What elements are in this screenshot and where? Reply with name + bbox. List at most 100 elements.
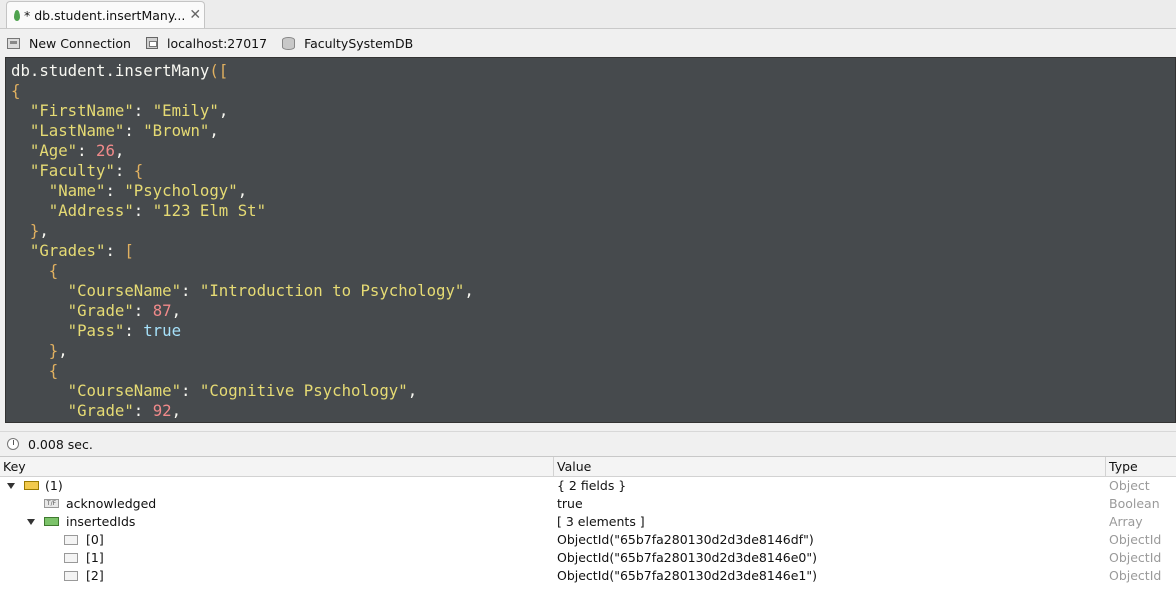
database-name[interactable]: FacultySystemDB: [282, 36, 413, 51]
column-header-key[interactable]: Key: [0, 457, 554, 476]
code-line[interactable]: "CourseName": "Introduction to Psycholog…: [11, 281, 1175, 301]
code-token: ,: [171, 301, 182, 320]
code-token: "Pass": [67, 321, 125, 340]
code-token: "Cognitive Psychology": [199, 381, 408, 400]
code-token: :: [124, 121, 144, 140]
connection-icon: [7, 37, 20, 49]
code-token: "Faculty": [29, 161, 115, 180]
code-token: "Age": [29, 141, 78, 160]
row-value: ObjectId("65b7fa280130d2d3de8146e0"): [557, 550, 818, 565]
row-key: (1): [45, 478, 63, 493]
code-line[interactable]: "Grade": 87,: [11, 301, 1175, 321]
close-icon[interactable]: ✕: [189, 8, 201, 22]
code-token: "CourseName": [67, 381, 182, 400]
code-token: {: [11, 81, 21, 100]
code-token: "CourseName": [67, 281, 182, 300]
code-line[interactable]: },: [11, 221, 1175, 241]
code-token: "FirstName": [29, 101, 134, 120]
tab-query[interactable]: * db.student.insertMany... ✕: [6, 1, 205, 28]
query-code[interactable]: db.student.insertMany([{ "FirstName": "E…: [6, 58, 1175, 421]
code-token: }: [48, 341, 59, 360]
row-key: acknowledged: [66, 496, 157, 511]
table-row[interactable]: T/F acknowledged true Boolean: [0, 495, 1176, 513]
code-line[interactable]: {: [11, 81, 1175, 101]
expand-arrow-icon[interactable]: [7, 483, 15, 489]
code-line[interactable]: "Address": "123 Elm St": [11, 201, 1175, 221]
row-value: true: [557, 496, 583, 511]
table-row[interactable]: [2] ObjectId("65b7fa280130d2d3de8146e1")…: [0, 567, 1176, 585]
code-line[interactable]: {: [11, 361, 1175, 381]
code-token: :: [124, 321, 144, 340]
code-line[interactable]: "CourseName": "Cognitive Psychology",: [11, 381, 1175, 401]
code-line[interactable]: },: [11, 341, 1175, 361]
row-type: ObjectId: [1109, 550, 1162, 565]
code-line[interactable]: "FirstName": "Emily",: [11, 101, 1175, 121]
code-token: "Grade": [67, 301, 134, 320]
row-type: Boolean: [1109, 496, 1160, 511]
table-row[interactable]: insertedIds [ 3 elements ] Array: [0, 513, 1176, 531]
table-row[interactable]: [0] ObjectId("65b7fa280130d2d3de8146df")…: [0, 531, 1176, 549]
code-token: "Grades": [29, 241, 106, 260]
array-icon: [44, 517, 59, 526]
code-token: true: [143, 321, 182, 340]
code-token: ,: [407, 381, 418, 400]
code-line[interactable]: "LastName": "Brown",: [11, 121, 1175, 141]
code-token: "Introduction to Psychology": [199, 281, 465, 300]
results-header: Key Value Type: [0, 457, 1176, 477]
database-name-label: FacultySystemDB: [304, 35, 414, 51]
code-token: ,: [218, 101, 229, 120]
code-token: 87: [152, 301, 172, 320]
column-header-value[interactable]: Value: [554, 457, 1106, 476]
row-type: Object: [1109, 478, 1150, 493]
code-token: :: [133, 301, 153, 320]
expand-arrow-icon[interactable]: [27, 519, 35, 525]
code-line[interactable]: "Pass": true: [11, 321, 1175, 341]
code-line[interactable]: "Name": "Psychology",: [11, 181, 1175, 201]
code-token: :: [133, 401, 153, 420]
code-token: "Name": [48, 181, 106, 200]
connection-bar: New Connection localhost:27017 FacultySy…: [0, 29, 1176, 57]
code-token: {: [48, 261, 59, 280]
row-key: [0]: [86, 532, 104, 547]
code-line[interactable]: "Faculty": {: [11, 161, 1175, 181]
query-editor[interactable]: db.student.insertMany([{ "FirstName": "E…: [5, 57, 1176, 423]
code-token: ,: [39, 221, 49, 240]
server-address[interactable]: localhost:27017: [145, 36, 267, 51]
boolean-icon: T/F: [44, 499, 59, 508]
code-token: ,: [464, 281, 474, 300]
code-token: "LastName": [29, 121, 125, 140]
code-token: [: [124, 241, 134, 260]
code-line[interactable]: db.student.insertMany([: [11, 61, 1175, 81]
table-row[interactable]: (1) { 2 fields } Object: [0, 477, 1176, 495]
table-row[interactable]: [1] ObjectId("65b7fa280130d2d3de8146e0")…: [0, 549, 1176, 567]
code-token: db.student.insertMany: [11, 61, 210, 80]
code-line[interactable]: {: [11, 261, 1175, 281]
database-icon: [282, 36, 296, 50]
results-tree: Key Value Type (1) { 2 fields } Object T…: [0, 456, 1176, 591]
connection-name[interactable]: New Connection: [7, 36, 131, 51]
row-value: [ 3 elements ]: [557, 514, 645, 529]
code-line[interactable]: "Grades": [: [11, 241, 1175, 261]
code-line[interactable]: "Age": 26,: [11, 141, 1175, 161]
mongodb-leaf-icon: [14, 9, 20, 21]
object-icon: [24, 481, 39, 490]
code-token: ,: [171, 401, 182, 420]
code-token: "Emily": [152, 101, 219, 120]
code-line[interactable]: "Grade": 92,: [11, 401, 1175, 421]
row-key: [1]: [86, 550, 104, 565]
code-token: "Brown": [143, 121, 210, 140]
code-token: ,: [114, 141, 125, 160]
column-header-type[interactable]: Type: [1106, 457, 1176, 476]
